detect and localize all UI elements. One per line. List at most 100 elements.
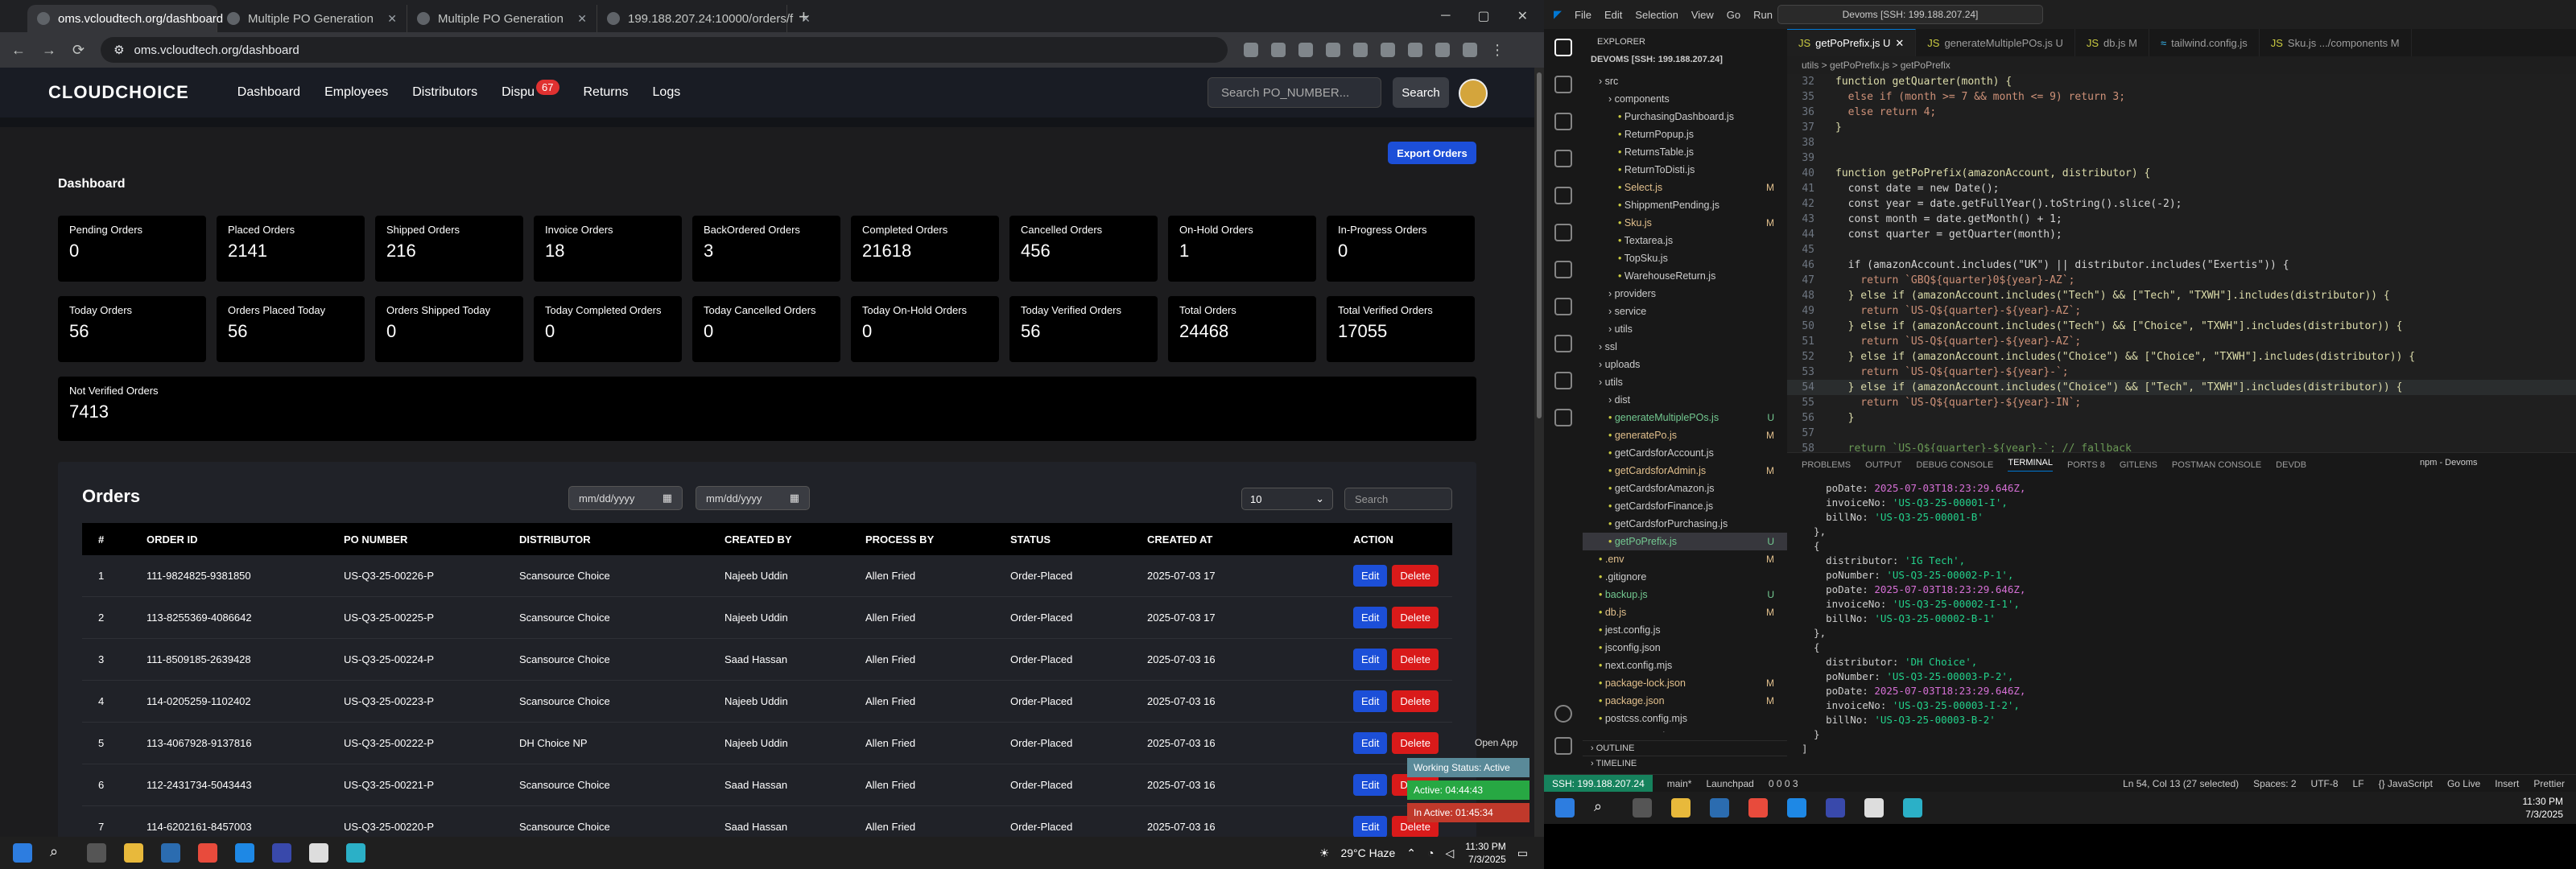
file-tree-item[interactable]: › utils bbox=[1583, 373, 1787, 391]
search-icon[interactable] bbox=[1554, 76, 1572, 93]
editor-tab-db[interactable]: JS db.js M bbox=[2075, 29, 2149, 56]
file-tree-item[interactable]: • getCardsforPurchasing.js bbox=[1583, 515, 1787, 533]
breadcrumb[interactable]: utils > getPoPrefix.js > getPoPrefix bbox=[1787, 56, 2576, 74]
page-size-select[interactable]: 10 ⌄ bbox=[1241, 488, 1333, 510]
terminal[interactable]: poDate: 2025-07-03T18:23:29.646Z, invoic… bbox=[1787, 476, 2576, 785]
file-tree-item[interactable]: › ssl bbox=[1583, 338, 1787, 356]
file-tree-item[interactable]: • getCardsforAmazon.js bbox=[1583, 480, 1787, 497]
reload-icon[interactable]: ⟳ bbox=[72, 42, 85, 59]
menu-go[interactable]: Go bbox=[1727, 9, 1740, 21]
git-branch[interactable]: main* bbox=[1667, 778, 1692, 789]
taskview-icon[interactable] bbox=[87, 843, 106, 863]
edit-button[interactable]: Edit bbox=[1353, 774, 1388, 796]
start-icon[interactable] bbox=[1555, 798, 1575, 818]
store-icon[interactable] bbox=[161, 843, 180, 863]
search-icon[interactable]: ⌕ bbox=[50, 843, 69, 863]
notifications-icon[interactable]: ▭ bbox=[1517, 846, 1528, 860]
close-icon[interactable]: ✕ bbox=[1895, 37, 1904, 50]
edit-button[interactable]: Edit bbox=[1353, 816, 1388, 838]
orders-search-input[interactable]: Search bbox=[1344, 488, 1452, 510]
delete-button[interactable]: Delete bbox=[1392, 565, 1439, 587]
docker-icon[interactable] bbox=[1554, 409, 1572, 426]
extension-icon[interactable] bbox=[1435, 43, 1451, 57]
go-live[interactable]: Go Live bbox=[2447, 778, 2480, 789]
panel-tab[interactable]: PROBLEMS bbox=[1802, 460, 1851, 470]
tab-po-generation-2[interactable]: Multiple PO Generation ✕ bbox=[407, 5, 597, 32]
extensions-icon[interactable] bbox=[1554, 187, 1572, 204]
volume-icon[interactable]: ◁ bbox=[1446, 846, 1455, 860]
extension-icon[interactable] bbox=[1408, 43, 1423, 57]
editor-tab-generatemultiplepos[interactable]: JS generateMultiplePOs.js U bbox=[1916, 29, 2075, 56]
file-tree-item[interactable]: • generatePo.js M bbox=[1583, 426, 1787, 444]
delete-button[interactable]: Delete bbox=[1392, 690, 1439, 712]
file-tree-item[interactable]: • getPoPrefix.js U bbox=[1583, 533, 1787, 550]
file-tree-item[interactable]: › providers bbox=[1583, 285, 1787, 303]
launchpad[interactable]: Launchpad bbox=[1706, 778, 1753, 789]
calendar-icon[interactable]: ▦ bbox=[663, 492, 672, 505]
file-tree-item[interactable]: • getCardsforFinance.js bbox=[1583, 497, 1787, 515]
remote-explorer-icon[interactable] bbox=[1554, 224, 1572, 241]
file-tree-item[interactable]: • jest.config.js bbox=[1583, 621, 1787, 639]
file-tree-item[interactable]: › utils bbox=[1583, 320, 1787, 338]
gitlens-icon[interactable] bbox=[1554, 261, 1572, 278]
nav-distributors[interactable]: Distributors bbox=[412, 85, 477, 100]
file-tree-item[interactable]: • Textarea.js bbox=[1583, 232, 1787, 249]
taskview-icon[interactable] bbox=[1633, 798, 1652, 818]
problems-count[interactable]: 0 0 0 3 bbox=[1769, 778, 1798, 789]
accounts-icon[interactable] bbox=[1554, 705, 1572, 723]
file-tree-item[interactable]: • generateMultiplePOs.js U bbox=[1583, 409, 1787, 426]
close-icon[interactable]: ✕ bbox=[577, 12, 587, 26]
clock[interactable]: 11:30 PM 7/3/2025 bbox=[2523, 795, 2563, 821]
menu-run[interactable]: Run bbox=[1753, 9, 1773, 21]
extension-icon[interactable] bbox=[1298, 43, 1314, 57]
back-icon[interactable]: ← bbox=[11, 42, 26, 59]
file-explorer-icon[interactable] bbox=[124, 843, 143, 863]
file-tree-item[interactable]: • package.json M bbox=[1583, 692, 1787, 710]
new-tab-button[interactable]: + bbox=[787, 6, 820, 32]
testing-icon[interactable] bbox=[1554, 372, 1572, 389]
file-tree-item[interactable]: • Sku.js M bbox=[1583, 214, 1787, 232]
start-icon[interactable] bbox=[13, 843, 32, 863]
chrome-icon[interactable] bbox=[198, 843, 217, 863]
chrome-icon[interactable] bbox=[1748, 798, 1768, 818]
menu-edit[interactable]: Edit bbox=[1604, 9, 1622, 21]
zoom-icon[interactable] bbox=[272, 843, 291, 863]
eol[interactable]: LF bbox=[2353, 778, 2364, 789]
file-tree-item[interactable]: • ShippmentPending.js bbox=[1583, 196, 1787, 214]
app-icon[interactable] bbox=[1864, 798, 1884, 818]
run-debug-icon[interactable] bbox=[1554, 150, 1572, 167]
postman-icon[interactable] bbox=[1554, 335, 1572, 352]
menu-view[interactable]: View bbox=[1691, 9, 1714, 21]
edit-button[interactable]: Edit bbox=[1353, 565, 1388, 587]
app-icon[interactable] bbox=[309, 843, 328, 863]
file-tree-item[interactable]: • package-lock.json M bbox=[1583, 674, 1787, 692]
nav-logs[interactable]: Logs bbox=[653, 85, 681, 100]
file-tree-item[interactable]: › src bbox=[1583, 72, 1787, 90]
avatar[interactable] bbox=[1459, 79, 1488, 108]
source-control-icon[interactable] bbox=[1554, 113, 1572, 130]
file-tree-item[interactable]: • postcss.config.mjs bbox=[1583, 710, 1787, 727]
edit-button[interactable]: Edit bbox=[1353, 732, 1388, 754]
settings-gear-icon[interactable] bbox=[1554, 737, 1572, 755]
file-tree-item[interactable]: • PurchasingDashboard.js bbox=[1583, 108, 1787, 126]
remote-indicator[interactable]: SSH: 199.188.207.24 bbox=[1544, 774, 1653, 793]
command-center-search[interactable]: Devoms [SSH: 199.188.207.24] bbox=[1777, 5, 2043, 24]
nav-disputes[interactable]: Dispu 67 bbox=[502, 80, 559, 100]
indentation[interactable]: Spaces: 2 bbox=[2253, 778, 2296, 789]
file-tree-item[interactable]: › dist bbox=[1583, 391, 1787, 409]
file-tree-item[interactable]: › service bbox=[1583, 303, 1787, 320]
scrollbar-thumb[interactable] bbox=[1537, 72, 1542, 418]
timeline-section[interactable]: › TIMELINE bbox=[1583, 756, 1787, 771]
edit-button[interactable]: Edit bbox=[1353, 607, 1388, 628]
delete-button[interactable]: Delete bbox=[1392, 607, 1439, 628]
tab-po-generation-1[interactable]: Multiple PO Generation ✕ bbox=[217, 5, 407, 32]
file-tree-item[interactable]: • TopSku.js bbox=[1583, 249, 1787, 267]
minimize-icon[interactable]: ─ bbox=[1441, 9, 1450, 23]
extension-icon[interactable] bbox=[1271, 43, 1286, 57]
file-tree-item[interactable]: • README.md bbox=[1583, 727, 1787, 732]
panel-tab[interactable]: OUTPUT bbox=[1865, 460, 1901, 470]
po-search-input[interactable]: Search PO_NUMBER... bbox=[1208, 77, 1381, 108]
extension-icon[interactable] bbox=[1381, 43, 1396, 57]
workspace-name[interactable]: DEVOMS [SSH: 199.188.207.24] bbox=[1583, 55, 1787, 64]
file-tree-item[interactable]: › components bbox=[1583, 90, 1787, 108]
